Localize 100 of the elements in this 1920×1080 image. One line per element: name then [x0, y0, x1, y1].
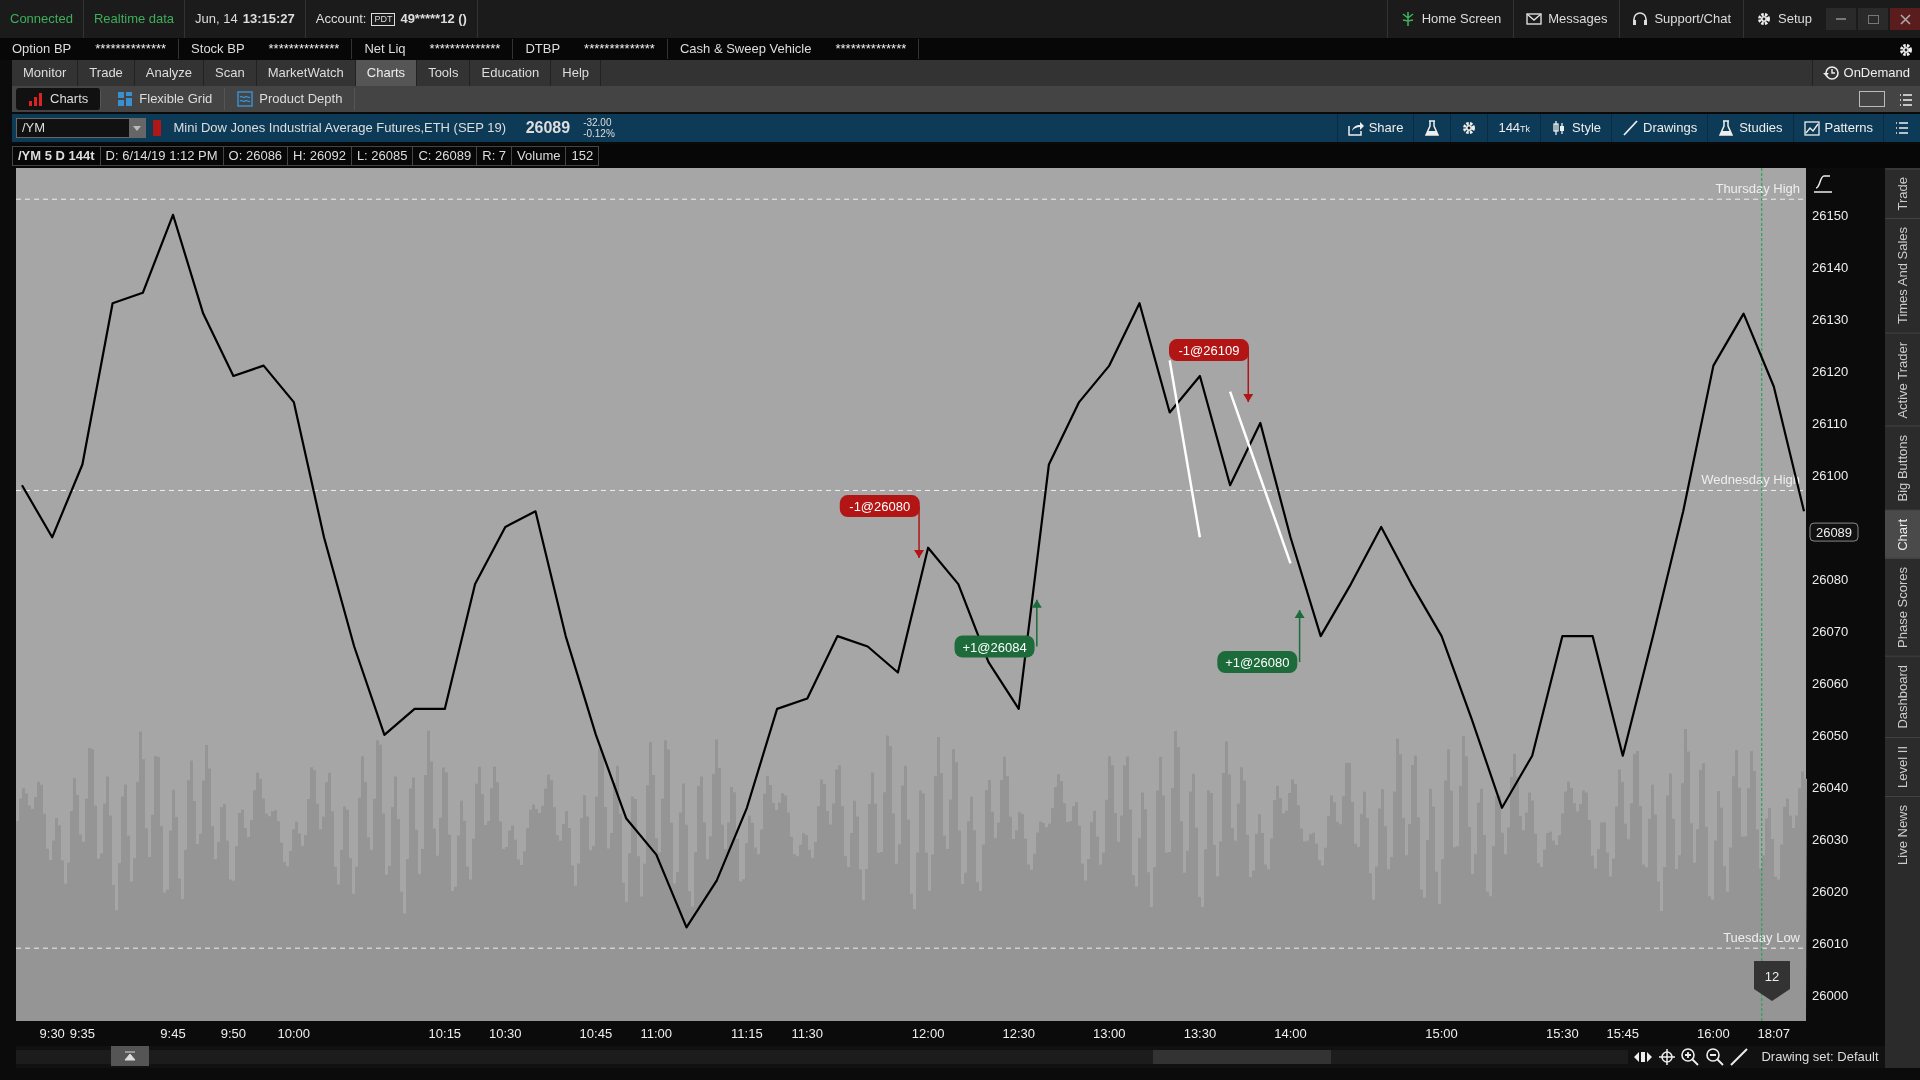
toolbar-button[interactable]: Studies	[1707, 114, 1793, 142]
x-axis-label: 11:30	[791, 1026, 824, 1041]
balance-label: Cash & Sweep Vehicle	[678, 40, 813, 59]
x-axis-label: 10:00	[277, 1026, 311, 1041]
x-axis-label: 9:45	[160, 1026, 186, 1041]
toolbar-button[interactable]: Share	[1336, 114, 1414, 142]
y-axis-label: 26110	[1812, 415, 1848, 431]
x-axis-label: 15:00	[1425, 1026, 1458, 1041]
data-feed-status: Realtime data	[93, 10, 175, 29]
sub-tab[interactable]: Charts	[16, 88, 102, 110]
minimize-icon[interactable]	[1826, 8, 1856, 30]
info-cell: R: 7	[477, 146, 513, 166]
zoom-out-icon[interactable]	[1705, 1048, 1724, 1066]
balance-value: **************	[83, 39, 180, 59]
account-label: Account:	[315, 10, 367, 29]
balance-value: **************	[572, 39, 668, 59]
x-axis-label: 18:07	[1757, 1026, 1791, 1041]
time-text: 13:15:27	[242, 10, 295, 29]
menu-icon	[1897, 91, 1914, 108]
drawing-set-label[interactable]: Drawing set: Default	[1761, 1047, 1879, 1067]
crosshair-icon[interactable]	[1658, 1049, 1675, 1065]
close-icon[interactable]	[1890, 8, 1920, 30]
grid-icon	[117, 91, 134, 107]
dropdown-icon[interactable]	[129, 119, 145, 137]
depth-icon	[237, 91, 254, 107]
maximize-icon[interactable]	[1858, 8, 1888, 30]
x-axis-label: 9:30	[39, 1026, 65, 1041]
date-text: Jun, 14	[195, 10, 238, 29]
balance-label: Net Liq	[363, 40, 407, 59]
y-axis-label: 26070	[1812, 623, 1849, 639]
x-axis-label: 13:30	[1183, 1026, 1217, 1041]
chart-mode-icon[interactable]	[1813, 175, 1833, 193]
trend-line[interactable]	[1228, 391, 1292, 564]
pattern-icon	[1803, 120, 1820, 136]
sub-tab[interactable]: Product Depth	[225, 88, 356, 110]
x-axis-label: 13:00	[1093, 1026, 1126, 1041]
y-axis-label: 26080	[1812, 571, 1849, 587]
toolbar-button[interactable]: Drawings	[1611, 114, 1708, 142]
settings-icon	[1461, 120, 1478, 136]
symbol-description: Mini Dow Jones Industrial Average Futures,ETH (SEP 19)	[173, 119, 507, 138]
settings-icon	[1756, 11, 1772, 27]
x-axis-label: 15:30	[1546, 1026, 1579, 1041]
info-cell: D: 6/14/19 1:12 PM	[100, 146, 224, 166]
flag-icon	[152, 120, 161, 136]
info-cell: H: 26092	[288, 146, 352, 166]
info-cell: /YM 5 D 144t	[12, 146, 101, 166]
zoom-in-icon[interactable]	[1681, 1048, 1700, 1066]
info-cell: C: 26089	[413, 146, 478, 166]
info-cell: L: 26085	[351, 146, 414, 166]
x-axis-label: 12:30	[1002, 1026, 1035, 1041]
price-change-percent: -0.12%	[583, 128, 615, 139]
side-tab[interactable]: Chart	[1885, 509, 1920, 559]
y-axis-label: 26100	[1812, 467, 1849, 483]
info-cell: O: 26086	[223, 146, 289, 166]
balance-label: Stock BP	[190, 40, 246, 59]
y-axis-label: 26120	[1812, 363, 1849, 379]
toolbar-button[interactable]: 144Tk	[1487, 114, 1541, 142]
line-icon[interactable]	[1730, 1048, 1749, 1066]
account-number[interactable]: 49*****12 ()	[400, 9, 467, 29]
connection-status: Connected	[10, 10, 73, 29]
y-axis-label: 26010	[1812, 936, 1849, 951]
last-price: 26089	[525, 118, 571, 138]
headset-icon	[1632, 11, 1649, 27]
settings-icon	[1897, 41, 1914, 58]
x-axis-label: 11:00	[640, 1026, 673, 1041]
pdt-badge: PDT	[371, 12, 396, 26]
share-icon	[1347, 120, 1364, 136]
line-icon	[1622, 120, 1638, 136]
x-axis-label: 15:45	[1606, 1026, 1640, 1041]
bar-chart-icon	[28, 91, 44, 107]
symbol-field[interactable]: /YM	[16, 118, 146, 138]
y-axis-label: 26050	[1812, 727, 1849, 743]
level-label: Tuesday Low	[1723, 930, 1800, 946]
scroll-thumb[interactable]	[1153, 1050, 1331, 1064]
x-axis-label: 16:00	[1697, 1026, 1730, 1041]
y-axis-label: 26040	[1812, 779, 1849, 795]
y-axis-label: 26150	[1812, 207, 1849, 223]
x-axis-label: 10:30	[489, 1026, 522, 1041]
x-axis-label: 11:15	[731, 1026, 763, 1041]
y-axis-label: 26000	[1812, 988, 1849, 1003]
menu-tab[interactable]: Charts	[355, 60, 418, 86]
layout-icon[interactable]	[1858, 91, 1885, 107]
menu-icon	[1894, 120, 1910, 136]
balance-value: **************	[417, 39, 514, 59]
sub-tab[interactable]: Flexible Grid	[105, 88, 226, 110]
envelope-icon	[1526, 11, 1543, 27]
balance-value: **************	[823, 39, 920, 59]
collapse-icon[interactable]	[111, 1046, 149, 1066]
info-cell: 152	[566, 146, 600, 166]
y-axis-label: 26130	[1812, 311, 1849, 327]
y-axis-label: 26140	[1812, 259, 1849, 275]
balance-value: **************	[256, 39, 353, 59]
flask-icon	[1718, 120, 1735, 136]
toolbar-button[interactable]: Style	[1540, 114, 1611, 142]
toolbar-button[interactable]: Patterns	[1792, 114, 1883, 142]
trend-line[interactable]	[1168, 360, 1202, 538]
pan-icon[interactable]	[1634, 1050, 1653, 1064]
balance-label: DTBP	[524, 40, 562, 59]
bubble-marker[interactable]: 12	[1754, 961, 1790, 1001]
x-axis-label: 10:15	[428, 1026, 462, 1041]
